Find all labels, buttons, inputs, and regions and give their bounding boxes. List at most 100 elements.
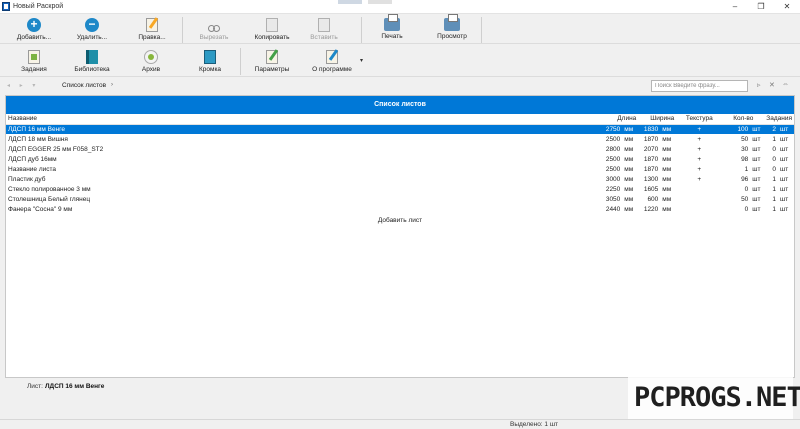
current-sheet-value: ЛДСП 16 мм Венге — [45, 383, 105, 390]
selection-count: Выделено: 1 шт — [510, 421, 559, 428]
cell-texture — [676, 184, 722, 194]
cell-name: Название листа — [8, 165, 57, 173]
cell-quantity: 30 — [741, 145, 749, 153]
add-sheet-link[interactable]: Добавить лист — [6, 214, 794, 227]
cell-width-unit: мм — [662, 155, 672, 163]
column-header-tasks[interactable]: Задания — [764, 114, 794, 125]
close-button[interactable]: ✕ — [774, 0, 800, 14]
cell-texture: + — [697, 175, 702, 183]
edging-button[interactable]: Кромка — [192, 50, 228, 73]
cut-button[interactable]: Вырезать — [190, 18, 238, 41]
cell-quantity: 50 — [741, 195, 749, 203]
nav-arrows-icon[interactable]: ◂ ▸ ▾ — [7, 82, 39, 89]
add-sheet-row[interactable]: Добавить лист — [6, 214, 794, 227]
toolbar-separator — [182, 17, 183, 43]
cell-length-unit: мм — [624, 185, 634, 193]
table-row[interactable]: ЛДСП EGGER 25 мм F058_ST2 2800 мм 2070 мм +30… — [6, 144, 794, 154]
table-row[interactable]: Название листа 2500 мм 1870 мм +1 шт 0 шт — [6, 164, 794, 174]
cell-quantity-unit: шт — [752, 175, 761, 183]
copy-icon — [266, 18, 278, 32]
cell-quantity: 0 — [744, 185, 749, 193]
cell-texture: + — [697, 155, 702, 163]
table-row[interactable]: Пластик дуб 3000 мм 1300 мм +96 шт 1 шт — [6, 174, 794, 184]
library-button[interactable]: Библиотека — [70, 50, 114, 73]
cell-length-unit: мм — [624, 175, 634, 183]
edit-button[interactable]: Правка... — [132, 17, 172, 41]
column-header-length[interactable]: Длина — [592, 114, 639, 125]
table-row[interactable]: ЛДСП дуб 16мм 2500 мм 1870 мм +98 шт 0 шт — [6, 154, 794, 164]
cell-length: 2500 — [605, 165, 621, 173]
search-input[interactable] — [651, 80, 748, 92]
tasks-icon — [28, 50, 40, 64]
table-row[interactable]: Фанера "Сосна" 9 мм 2440 мм 1220 мм 0 шт 1 шт — [6, 204, 794, 214]
cell-width-unit: мм — [662, 195, 672, 203]
copy-button[interactable]: Копировать — [250, 18, 294, 41]
cell-width-unit: мм — [660, 124, 677, 134]
maximize-button[interactable]: ❐ — [748, 0, 774, 14]
add-button[interactable]: + Добавить... — [14, 18, 54, 42]
cell-width: 1300 — [643, 175, 659, 183]
title-bar: Новый Раскрой – ❐ ✕ — [0, 0, 800, 14]
table-row[interactable]: ЛДСП 16 мм Венге 2750 мм 1830 мм +100 шт 2 шт — [6, 124, 794, 134]
tasks-button[interactable]: Задания — [14, 50, 54, 73]
column-header-name[interactable]: Название — [6, 114, 593, 125]
cell-length-unit: мм — [624, 205, 634, 213]
toolbar-separator — [481, 17, 482, 43]
cell-width-unit: мм — [662, 165, 672, 173]
table-row[interactable]: Столешница Белый глянец 3050 мм 600 мм 50 шт 1 ш… — [6, 194, 794, 204]
cell-tasks: 0 — [772, 145, 776, 153]
paste-button[interactable]: Вставить — [304, 18, 344, 41]
column-header-quantity[interactable]: Кол-во — [722, 114, 765, 125]
breadcrumb-chevron-icon: › — [111, 82, 113, 88]
cell-quantity: 96 — [741, 175, 749, 183]
cell-name: ЛДСП EGGER 25 мм F058_ST2 — [8, 145, 104, 153]
archive-button[interactable]: Архив — [133, 50, 169, 73]
cell-tasks-unit: шт — [780, 165, 789, 173]
cell-quantity-unit: шт — [752, 205, 761, 213]
preview-button[interactable]: Просмотр — [430, 14, 474, 40]
cell-name: Фанера "Сосна" 9 мм — [8, 205, 73, 213]
settings-button[interactable]: Параметры — [250, 49, 294, 73]
watermark: PCPROGS.NET — [628, 373, 800, 419]
cell-tasks: 2 — [764, 124, 778, 134]
add-icon: + — [27, 18, 41, 32]
cell-width-unit: мм — [662, 135, 672, 143]
search-next-icon[interactable]: ▹ — [757, 81, 761, 89]
cell-quantity-unit: шт — [752, 155, 761, 163]
cell-tasks: 0 — [772, 155, 776, 163]
cell-width: 1605 — [643, 185, 659, 193]
table-row[interactable]: ЛДСП 18 мм Вишня 2500 мм 1870 мм +50 шт 1 шт — [6, 134, 794, 144]
search-options-icon[interactable]: ⇔ — [782, 81, 789, 88]
search-clear-icon[interactable]: ✕ — [769, 81, 775, 89]
main-toolbar: + Добавить... − Удалить... Правка... Выр… — [0, 14, 800, 44]
cell-texture: + — [676, 124, 723, 134]
cell-length: 2750 — [592, 124, 623, 134]
cell-tasks: 0 — [772, 165, 776, 173]
minimize-button[interactable]: – — [722, 0, 748, 14]
cell-tasks-unit: шт — [780, 185, 789, 193]
cell-width: 1870 — [643, 165, 659, 173]
scissors-icon — [208, 18, 220, 32]
cell-width-unit: мм — [662, 185, 672, 193]
delete-button[interactable]: − Удалить... — [72, 18, 112, 42]
print-button[interactable]: Печать — [372, 14, 412, 40]
cell-quantity-unit: шт — [752, 135, 761, 143]
sheet-table: Название Длина Ширина Текстура Кол-во За… — [6, 114, 794, 227]
more-dropdown-icon[interactable]: ▾ — [360, 57, 363, 64]
breadcrumb[interactable]: Список листов — [62, 82, 106, 89]
about-button[interactable]: О программе — [308, 49, 356, 73]
cell-tasks-unit: шт — [780, 205, 789, 213]
column-header-texture[interactable]: Текстура — [676, 114, 723, 125]
table-row[interactable]: Стекло полированное 3 мм 2250 мм 1605 мм 0 шт 1… — [6, 184, 794, 194]
cell-name: Столешница Белый глянец — [8, 195, 91, 203]
cell-name: ЛДСП 16 мм Венге — [6, 124, 593, 134]
cell-quantity: 98 — [741, 155, 749, 163]
cell-width-unit: мм — [662, 205, 672, 213]
column-header-width[interactable]: Ширина — [638, 114, 677, 125]
secondary-toolbar: Задания Библиотека Архив Кромка Параметр… — [0, 45, 800, 77]
cell-length: 3000 — [605, 175, 621, 183]
navigation-bar: ◂ ▸ ▾ Список листов › ▹ ✕ ⇔ — [0, 78, 800, 94]
status-bar: Выделено: 1 шт — [0, 419, 800, 429]
cell-texture: + — [697, 165, 702, 173]
cell-width: 1870 — [643, 155, 659, 163]
